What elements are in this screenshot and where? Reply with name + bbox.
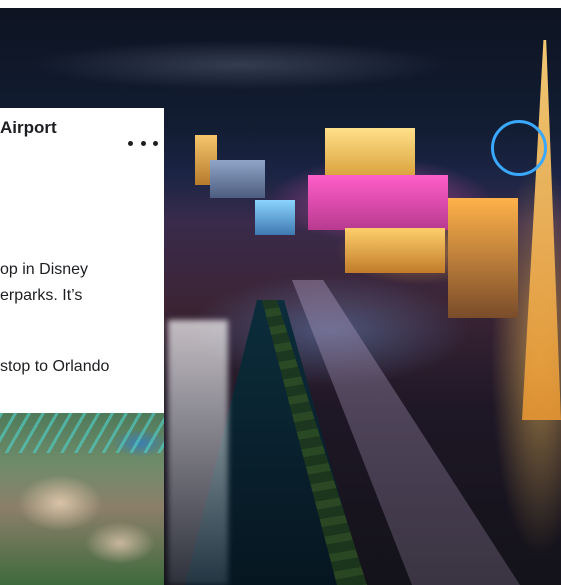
photo-eiffel-tower — [522, 40, 561, 420]
photo-building — [308, 175, 448, 230]
post-text-line: erparks. It’s — [0, 287, 83, 304]
top-edge — [0, 0, 561, 8]
more-dot — [128, 140, 133, 146]
photo-building — [255, 200, 295, 235]
post-text-line: stop to Orlando — [0, 358, 110, 375]
photo-ferris-wheel — [491, 120, 547, 176]
photo-building — [210, 160, 265, 198]
post-card: Airport op in Disney erparks. It’s stop … — [0, 108, 164, 413]
more-dot — [140, 140, 146, 146]
photo-building — [345, 228, 445, 273]
photo-cloud — [30, 40, 450, 90]
thumbnail-coaster-track — [0, 413, 164, 453]
more-horizontal-icon[interactable] — [128, 138, 158, 148]
post-title: Airport — [0, 118, 57, 137]
photo-building — [448, 198, 518, 318]
post-text-line: op in Disney — [0, 261, 89, 278]
more-dot — [153, 140, 158, 146]
photo-fountain-spray — [168, 320, 228, 585]
